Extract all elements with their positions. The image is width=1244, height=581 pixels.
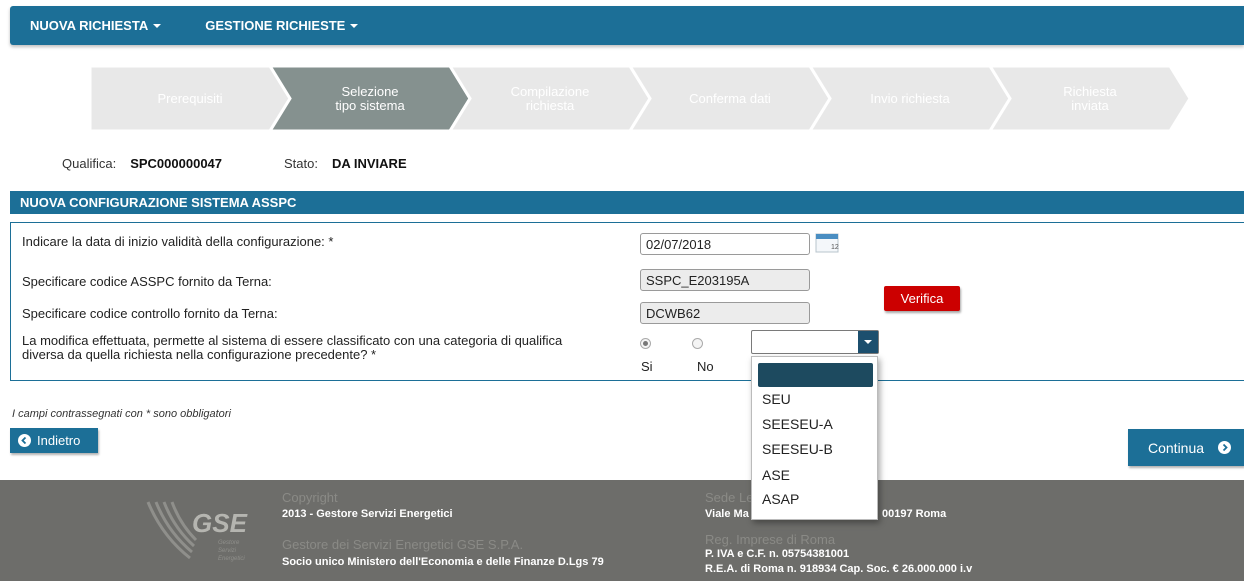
arrow-left-circle-icon — [18, 434, 31, 447]
gse-logo-text: GSE — [192, 508, 248, 538]
nav-nuova-richiesta-label: NUOVA RICHIESTA — [30, 18, 149, 33]
footer-company-text: Socio unico Ministero dell'Economia e de… — [282, 556, 604, 568]
gse-logo: GSE Gestore Servizi Energetici — [146, 501, 248, 562]
footer-rea-text: R.E.A. di Roma n. 918934 Cap. Soc. € 26.… — [705, 563, 973, 575]
panel-title: NUOVA CONFIGURAZIONE SISTEMA ASSPC — [10, 191, 1244, 214]
categoria-select[interactable] — [751, 330, 879, 354]
back-button[interactable]: Indietro — [10, 428, 98, 453]
qualifica-row: Qualifica: SPC000000047 Stato: DA INVIAR… — [62, 156, 407, 171]
caret-down-icon — [153, 23, 162, 28]
continue-button-label: Continua — [1148, 439, 1205, 456]
qualifica-value: SPC000000047 — [130, 156, 223, 171]
footer-piva-text: P. IVA e C.F. n. 05754381001 — [705, 548, 850, 560]
footer-copyright-text: 2013 - Gestore Servizi Energetici — [282, 508, 453, 520]
footer-reg-heading: Reg. Imprese di Roma — [705, 532, 836, 547]
modifica-label-line1: La modifica effettuata, permette al sist… — [22, 333, 563, 348]
mandatory-note: I campi contrassegnati con * sono obblig… — [12, 408, 231, 420]
radio-no[interactable] — [692, 338, 703, 349]
dropdown-option[interactable]: SEESEU-A — [762, 416, 833, 432]
caret-down-icon — [350, 23, 359, 28]
asspc-label: Specificare codice ASSPC fornito da Tern… — [22, 274, 272, 289]
date-input[interactable] — [640, 233, 810, 255]
qualifica-label: Qualifica: — [62, 156, 117, 171]
dropdown-option[interactable]: SEESEU-B — [762, 441, 833, 457]
wizard-step-label: Invio richiesta — [870, 90, 950, 106]
wizard-step-label: Prerequisiti — [157, 90, 223, 106]
gse-logo-sub: Energetici — [218, 556, 245, 562]
continue-button[interactable]: Continua — [1128, 429, 1244, 466]
calendar-day: 12 — [831, 244, 839, 251]
select-toggle-button[interactable] — [858, 331, 878, 353]
controllo-label: Specificare codice controllo fornito da … — [22, 306, 278, 321]
radio-si-label: Si — [641, 359, 653, 374]
footer-copyright-heading: Copyright — [282, 490, 338, 505]
date-label: Indicare la data di inizio validità dell… — [22, 234, 334, 249]
top-navbar: NUOVA RICHIESTA GESTIONE RICHIESTE — [10, 6, 1244, 45]
dropdown-option[interactable]: ASE — [762, 467, 790, 483]
stato-label: Stato: — [284, 156, 318, 171]
dropdown-option-empty[interactable] — [758, 363, 873, 387]
caret-down-icon — [864, 340, 872, 344]
wizard-progress: Prerequisiti Selezione tipo sistema Compil… — [90, 66, 1190, 131]
wizard-step-label: Conferma dati — [689, 90, 771, 106]
nav-gestione-richieste-label: GESTIONE RICHIESTE — [205, 18, 346, 33]
asspc-code-field[interactable] — [640, 269, 810, 291]
footer-sede-heading: Sede Le — [705, 490, 754, 505]
radio-no-label: No — [697, 359, 714, 374]
gse-logo-sub: Gestore — [218, 540, 240, 546]
wizard-step-label: Richiesta inviata — [1063, 83, 1117, 113]
footer-sede-text-a: Viale Ma — [705, 508, 749, 520]
nav-nuova-richiesta[interactable]: NUOVA RICHIESTA — [10, 18, 183, 33]
gse-logo-sub: Servizi — [218, 548, 237, 554]
verifica-button[interactable]: Verifica — [884, 286, 960, 311]
stato-value: DA INVIARE — [331, 156, 407, 171]
config-form: Indicare la data di inizio validità dell… — [10, 222, 1244, 381]
controllo-code-field[interactable] — [640, 302, 810, 324]
arrow-right-circle-icon — [1218, 441, 1232, 454]
calendar-icon[interactable]: 12 — [814, 230, 841, 254]
back-button-label: Indietro — [37, 433, 81, 448]
modifica-label-line2: diversa da quella richiesta nella config… — [22, 347, 377, 362]
footer: GSE Gestore Servizi Energetici Copyright… — [0, 480, 1244, 581]
footer-company-heading: Gestore dei Servizi Energetici GSE S.P.A… — [282, 537, 524, 552]
categoria-dropdown: SEU SEESEU-A SEESEU-B ASE ASAP — [751, 356, 878, 520]
wizard-step-label: Compilazione richiesta — [510, 83, 590, 113]
footer-sede-text-b: 00197 Roma — [882, 508, 947, 520]
dropdown-option[interactable]: SEU — [762, 391, 791, 407]
dropdown-option[interactable]: ASAP — [762, 491, 799, 507]
nav-gestione-richieste[interactable]: GESTIONE RICHIESTE — [183, 18, 380, 33]
wizard-step-label: Selezione tipo sistema — [335, 83, 405, 113]
radio-si[interactable] — [640, 338, 651, 349]
